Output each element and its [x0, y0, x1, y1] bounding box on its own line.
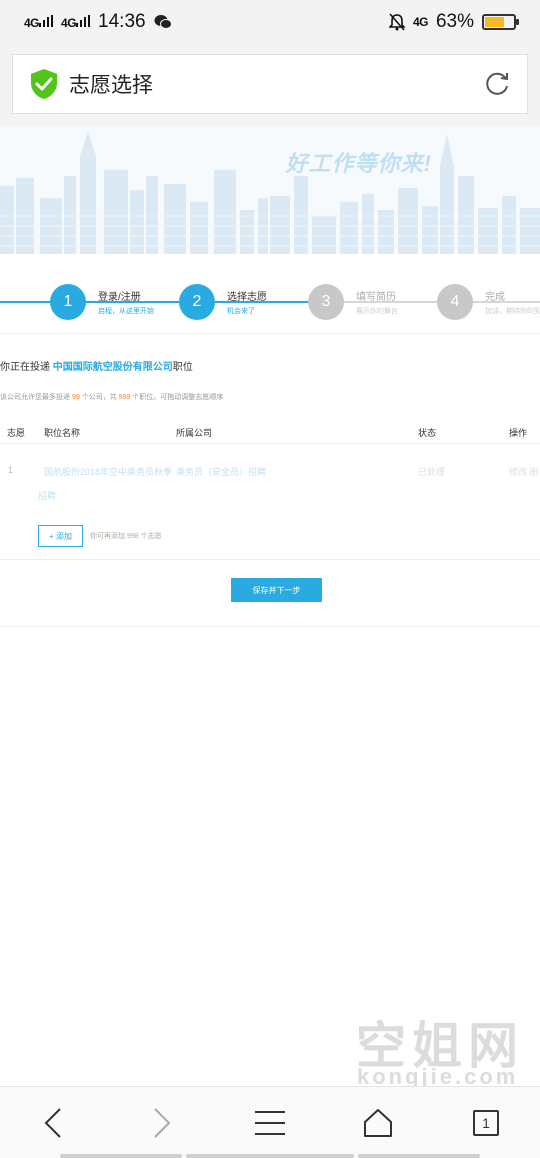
step-number: 1	[50, 284, 86, 320]
table-header: 志愿 职位名称 所属公司 状态 操作	[0, 420, 540, 444]
hint-text: 个职位。可拖动调整志愿顺序	[130, 394, 224, 401]
company-name: 中国国际航空股份有限公司	[52, 362, 173, 373]
step-title: 完成	[485, 292, 505, 303]
browser-bottom-nav: 1	[0, 1086, 540, 1158]
divider	[0, 333, 540, 334]
network-label: 4G	[412, 15, 429, 29]
divider	[0, 443, 540, 444]
banner: 好工作等你来!	[0, 126, 540, 254]
signal-label: 4G	[24, 15, 40, 30]
apply-info: 你正在投递 中国国际航空股份有限公司职位	[0, 358, 193, 373]
step-number: 3	[308, 284, 344, 320]
table-row[interactable]: 1 国航股份2018年空中乘务员秋季 招聘 乘务员（安全员）招聘 已处理 修改 …	[0, 458, 540, 508]
step-subtitle: 展示你的舞台	[356, 308, 398, 315]
col-header: 志愿	[7, 428, 26, 438]
page-title: 志愿选择	[69, 74, 153, 97]
signal-label-2: 4G	[61, 15, 77, 30]
home-button[interactable]	[358, 1105, 398, 1141]
step-subtitle: 启程，从这里开始	[98, 308, 154, 315]
hint-text: 该公司允许您最多投递	[0, 394, 72, 401]
add-button[interactable]: + 添加	[38, 525, 83, 547]
battery-fill	[485, 17, 504, 27]
position-name[interactable]: 国航股份2018年空中乘务员秋季	[44, 465, 172, 478]
progress-steps: 1 登录/注册 启程，从这里开始 2 选择志愿 机会来了 3 填写简历 展示你的…	[0, 270, 540, 330]
step-1: 1 登录/注册 启程，从这里开始	[50, 284, 170, 320]
battery-icon	[482, 14, 519, 30]
secure-shield-icon	[31, 69, 57, 99]
back-button[interactable]	[33, 1105, 73, 1141]
col-header: 操作	[509, 428, 528, 438]
city-skyline-illustration	[0, 132, 540, 254]
step-subtitle: 加油，期待你的到来	[485, 308, 540, 315]
add-hint: 你可再添加 998 个志愿	[90, 533, 162, 540]
save-next-button[interactable]: 保存并下一步	[231, 578, 322, 602]
gesture-bar	[186, 1154, 354, 1158]
menu-icon	[255, 1111, 285, 1135]
col-header: 状态	[418, 428, 437, 438]
mute-bell-icon	[388, 13, 405, 31]
step-3: 3 填写简历 展示你的舞台	[308, 284, 428, 320]
clock: 14:36	[98, 11, 146, 32]
address-bar[interactable]: 志愿选择	[12, 54, 528, 114]
step-title: 填写简历	[356, 292, 396, 303]
gesture-bar	[358, 1154, 480, 1158]
max-positions: 999	[118, 394, 131, 401]
col-header: 职位名称	[44, 428, 81, 438]
back-arrow-icon	[44, 1108, 61, 1138]
step-title: 登录/注册	[98, 292, 141, 303]
step-subtitle: 机会来了	[227, 308, 255, 315]
apply-suffix: 职位	[172, 362, 193, 373]
forward-button[interactable]	[142, 1105, 182, 1141]
menu-button[interactable]	[250, 1105, 290, 1141]
gesture-bar	[60, 1154, 182, 1158]
status-bar: 4G 4G 14:36 4G 63%	[0, 0, 540, 44]
signal-icon-2: 4G	[61, 14, 91, 30]
row-status: 已处理	[418, 467, 446, 477]
browser-toolbar: 志愿选择	[0, 44, 540, 126]
banner-slogan: 好工作等你来!	[285, 151, 432, 176]
position-company: 乘务员（安全员）招聘	[176, 467, 267, 477]
refresh-icon[interactable]	[483, 70, 511, 98]
wechat-icon	[154, 15, 172, 29]
tabs-button[interactable]: 1	[466, 1105, 506, 1141]
col-header: 所属公司	[176, 428, 213, 438]
home-icon	[364, 1109, 392, 1137]
row-number: 1	[8, 465, 14, 475]
max-companies: 99	[71, 394, 80, 401]
step-number: 4	[437, 284, 473, 320]
hint-text: 个公司，共	[79, 394, 119, 401]
step-2: 2 选择志愿 机会来了	[179, 284, 299, 320]
step-4: 4 完成 加油，期待你的到来	[437, 284, 540, 320]
position-name-cont[interactable]: 招聘	[38, 489, 56, 502]
battery-percent: 63%	[435, 11, 474, 32]
signal-icon: 4G	[24, 14, 54, 30]
step-title: 选择志愿	[227, 292, 267, 303]
apply-limit-hint: 该公司允许您最多投递 99 个公司，共 999 个职位。可拖动调整志愿顺序	[0, 392, 223, 402]
step-number: 2	[179, 284, 215, 320]
apply-prefix: 你正在投递	[0, 362, 53, 373]
divider	[0, 626, 540, 627]
tab-count: 1	[473, 1110, 499, 1136]
divider	[0, 559, 540, 560]
forward-arrow-icon	[154, 1108, 171, 1138]
row-actions[interactable]: 修改 删	[509, 465, 539, 478]
